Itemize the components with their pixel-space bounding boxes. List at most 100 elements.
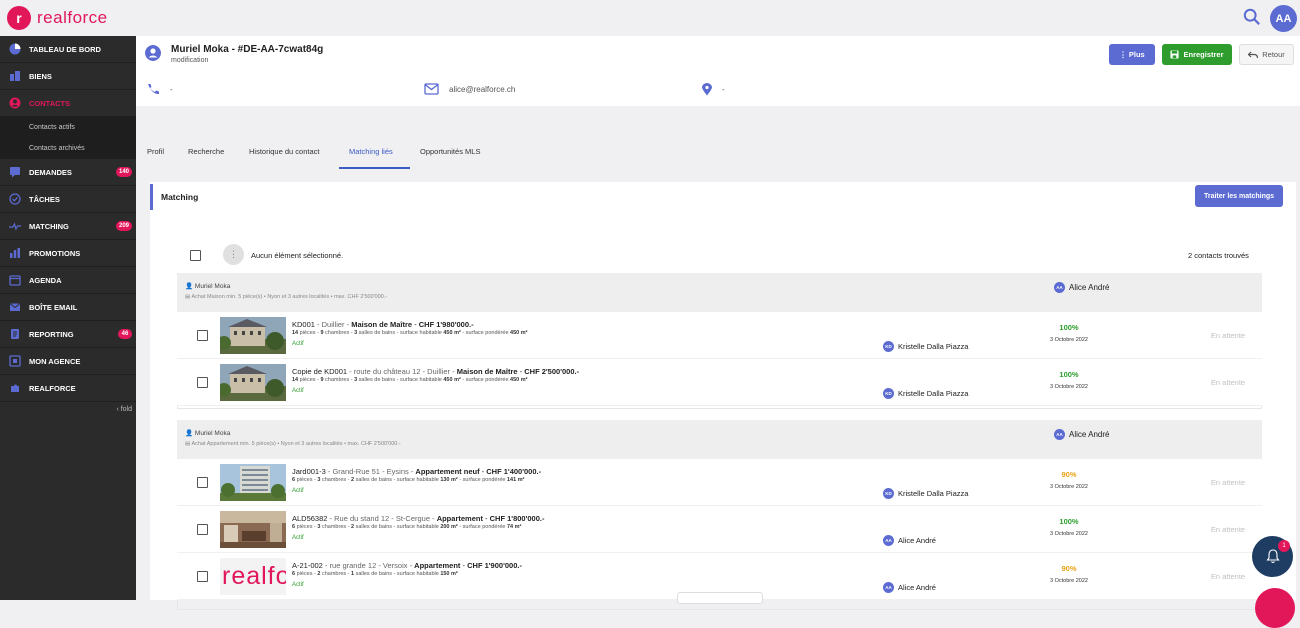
sidebar-item-demandes[interactable]: DEMANDES 140 bbox=[0, 159, 136, 186]
logo-mark: r bbox=[7, 6, 31, 30]
group-contact[interactable]: 👤 Muriel Moka bbox=[185, 282, 230, 290]
property-price: CHF 1'800'000.- bbox=[489, 514, 545, 523]
user-avatar[interactable]: AA bbox=[1270, 5, 1297, 32]
match-percentage: 100% bbox=[1059, 370, 1079, 379]
matching-panel: Matching Traiter les matchings ⋮ Aucun é… bbox=[150, 182, 1296, 610]
group-contact[interactable]: 👤 Muriel Moka bbox=[185, 429, 230, 437]
sidebar-item-label: CONTACTS bbox=[29, 98, 71, 108]
undo-icon bbox=[1248, 51, 1259, 58]
bathrooms-count: 3 bbox=[354, 377, 358, 383]
match-percentage: 100% bbox=[1059, 517, 1079, 526]
chat-button[interactable] bbox=[1255, 588, 1295, 628]
match-percentage: 90% bbox=[1061, 470, 1077, 479]
sidebar-item-agenda[interactable]: AGENDA bbox=[0, 267, 136, 294]
sidebar-item-contacts[interactable]: CONTACTS bbox=[0, 90, 136, 117]
more-button[interactable]: ⋮ Plus bbox=[1109, 44, 1155, 65]
match-state: En attente bbox=[1210, 525, 1246, 534]
sidebar-sub-contacts-archives[interactable]: Contacts archivés bbox=[0, 138, 136, 159]
property-thumbnail[interactable]: realforce bbox=[220, 558, 286, 595]
sidebar-fold-toggle[interactable]: ‹ fold bbox=[0, 406, 136, 413]
sidebar-item-taches[interactable]: TÂCHES bbox=[0, 186, 136, 213]
tab-historique[interactable]: Historique du contact bbox=[249, 147, 319, 156]
row-checkbox[interactable] bbox=[197, 571, 208, 582]
property-thumbnail[interactable] bbox=[220, 364, 286, 401]
sidebar-item-label: MON AGENCE bbox=[29, 356, 81, 366]
email-info: alice@realforce.ch bbox=[424, 83, 515, 95]
sidebar-item-dashboard[interactable]: TABLEAU DE BORD bbox=[0, 36, 136, 63]
property-row[interactable]: KD001 - Duillier - Maison de Maître - CH… bbox=[177, 312, 1262, 359]
sidebar-item-promotions[interactable]: PROMOTIONS bbox=[0, 240, 136, 267]
badge-count: 209 bbox=[115, 221, 132, 231]
property-ref: A-21-002 bbox=[292, 561, 323, 570]
property-ref: Copie de KD001 bbox=[292, 367, 348, 376]
row-checkbox[interactable] bbox=[197, 524, 208, 535]
chat-icon bbox=[8, 166, 21, 179]
email-value[interactable]: alice@realforce.ch bbox=[449, 85, 515, 94]
sidebar-item-matching[interactable]: MATCHING 209 bbox=[0, 213, 136, 240]
property-title[interactable]: Copie de KD001 - route du château 12 - D… bbox=[292, 367, 579, 376]
group-header: 👤 Muriel Moka ▤ Achat Maison min. 5 pièc… bbox=[177, 273, 1262, 312]
property-type: Appartement bbox=[436, 514, 483, 523]
property-address: Grand-Rue 51 - Eysins bbox=[332, 467, 409, 476]
property-title[interactable]: A-21-002 - rue grande 12 - Versoix - App… bbox=[292, 561, 522, 570]
tab-opportunites-mls[interactable]: Opportunités MLS bbox=[420, 147, 480, 156]
back-label: Retour bbox=[1262, 50, 1285, 59]
save-button[interactable]: Enregistrer bbox=[1162, 44, 1232, 65]
logo-text: realforce bbox=[37, 8, 108, 27]
property-agent: KD Kristelle Dalla Piazza bbox=[883, 388, 968, 399]
mail-icon bbox=[8, 301, 21, 314]
property-thumbnail[interactable] bbox=[220, 464, 286, 501]
property-thumbnail[interactable] bbox=[220, 511, 286, 548]
sidebar-item-mon-agence[interactable]: MON AGENCE bbox=[0, 348, 136, 375]
property-agent-name: Kristelle Dalla Piazza bbox=[898, 342, 969, 351]
property-status: Actif bbox=[292, 488, 304, 494]
row-checkbox[interactable] bbox=[197, 377, 208, 388]
sidebar-item-reporting[interactable]: REPORTING 46 bbox=[0, 321, 136, 348]
active-tab-indicator bbox=[339, 167, 410, 169]
group-agent: AA Alice André bbox=[1054, 429, 1109, 440]
property-details: 6 pièces - 3 chambres - 2 salles de bain… bbox=[292, 524, 522, 530]
group-header: 👤 Muriel Moka ▤ Achat Appartement min. 5… bbox=[177, 420, 1262, 459]
back-button[interactable]: Retour bbox=[1239, 44, 1294, 65]
property-price: CHF 1'900'000.- bbox=[467, 561, 522, 570]
bulk-actions-menu[interactable]: ⋮ bbox=[223, 244, 244, 265]
bedrooms-count: 9 bbox=[320, 330, 324, 336]
property-title[interactable]: ALD56382 - Rue du stand 12 - St-Cergue -… bbox=[292, 514, 544, 523]
weighted-area: 74 m² bbox=[506, 524, 522, 530]
row-checkbox[interactable] bbox=[197, 477, 208, 488]
sidebar-item-email[interactable]: BOÎTE EMAIL bbox=[0, 294, 136, 321]
select-all-checkbox[interactable] bbox=[190, 250, 201, 261]
tab-profil[interactable]: Profil bbox=[147, 147, 164, 156]
sidebar-item-label: PROMOTIONS bbox=[29, 248, 81, 258]
property-row[interactable]: Copie de KD001 - route du château 12 - D… bbox=[177, 359, 1262, 406]
search-icon[interactable] bbox=[1243, 8, 1261, 26]
phone-value[interactable]: - bbox=[170, 85, 173, 94]
group-contact-name: Muriel Moka bbox=[194, 283, 231, 290]
property-row[interactable]: ALD56382 - Rue du stand 12 - St-Cergue -… bbox=[177, 506, 1262, 553]
property-agent-name: Kristelle Dalla Piazza bbox=[898, 389, 969, 398]
search-criteria-icon: ▤ bbox=[185, 441, 191, 447]
rooms-count: 14 bbox=[292, 330, 299, 336]
tab-matching-lies[interactable]: Matching liés bbox=[349, 147, 393, 156]
sidebar-item-biens[interactable]: BIENS bbox=[0, 63, 136, 90]
property-price: CHF 2'500'000.- bbox=[524, 367, 580, 376]
agent-avatar: KD bbox=[883, 341, 894, 352]
app-logo[interactable]: r realforce bbox=[7, 6, 108, 30]
sidebar-item-realforce[interactable]: REALFORCE bbox=[0, 375, 136, 402]
property-agent: AA Alice André bbox=[883, 582, 936, 593]
property-row[interactable]: Jard001-3 - Grand-Rue 51 - Eysins - Appa… bbox=[177, 459, 1262, 506]
property-thumbnail[interactable] bbox=[220, 317, 286, 354]
property-details: 14 pièces - 9 chambres - 3 salles de bai… bbox=[292, 330, 528, 336]
badge-count: 140 bbox=[115, 167, 132, 177]
property-title[interactable]: KD001 - Duillier - Maison de Maître - CH… bbox=[292, 320, 474, 329]
sidebar-item-label: BOÎTE EMAIL bbox=[29, 302, 78, 312]
property-title[interactable]: Jard001-3 - Grand-Rue 51 - Eysins - Appa… bbox=[292, 467, 541, 476]
row-checkbox[interactable] bbox=[197, 330, 208, 341]
property-type: Maison de Maître bbox=[351, 320, 413, 329]
treat-matchings-button[interactable]: Traiter les matchings bbox=[1195, 185, 1283, 207]
sidebar-sub-contacts-actifs[interactable]: Contacts actifs bbox=[0, 117, 136, 138]
contact-header: Muriel Moka - #DE-AA-7cwat84g modificati… bbox=[136, 36, 1300, 106]
bell-icon bbox=[1265, 549, 1280, 564]
sidebar-item-label: AGENDA bbox=[29, 275, 62, 285]
tab-recherche[interactable]: Recherche bbox=[188, 147, 224, 156]
